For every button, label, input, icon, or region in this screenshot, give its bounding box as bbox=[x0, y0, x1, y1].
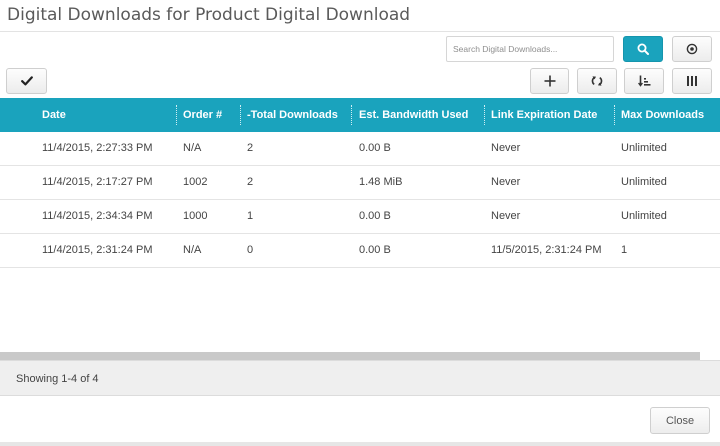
column-divider[interactable] bbox=[351, 105, 352, 125]
column-header-expiration[interactable]: Link Expiration Date bbox=[491, 98, 597, 132]
column-divider[interactable] bbox=[484, 105, 485, 125]
cell-bandwidth: 1.48 MiB bbox=[359, 176, 403, 188]
settings-button[interactable] bbox=[672, 36, 712, 62]
search-icon bbox=[637, 43, 649, 55]
column-header-bandwidth[interactable]: Est. Bandwidth Used bbox=[359, 98, 468, 132]
cell-date: 11/4/2015, 2:34:34 PM bbox=[42, 210, 153, 222]
cell-date: 11/4/2015, 2:17:27 PM bbox=[42, 176, 153, 188]
column-divider[interactable] bbox=[176, 105, 177, 125]
cell-expiration: Never bbox=[491, 176, 521, 188]
close-button[interactable]: Close bbox=[650, 407, 710, 434]
cell-expiration: Never bbox=[491, 142, 521, 154]
cell-total-downloads: 2 bbox=[247, 176, 254, 188]
refresh-button[interactable] bbox=[577, 68, 617, 94]
cell-order: N/A bbox=[183, 142, 202, 154]
search-input[interactable] bbox=[446, 36, 614, 62]
cell-bandwidth: 0.00 B bbox=[359, 244, 391, 256]
horizontal-scrollbar[interactable] bbox=[0, 352, 700, 360]
dialog-title: Digital Downloads for Product Digital Do… bbox=[7, 5, 411, 25]
table-row[interactable]: 11/4/2015, 2:34:34 PM 1000 1 0.00 B Neve… bbox=[0, 200, 720, 234]
column-header-date[interactable]: Date bbox=[42, 98, 66, 132]
cell-total-downloads: 1 bbox=[247, 210, 254, 222]
column-divider[interactable] bbox=[240, 105, 241, 125]
search-button[interactable] bbox=[623, 36, 663, 62]
cell-expiration: Never bbox=[491, 210, 521, 222]
cell-expiration: 11/5/2015, 2:31:24 PM bbox=[491, 244, 602, 256]
title-divider bbox=[0, 31, 720, 32]
column-divider[interactable] bbox=[614, 105, 615, 125]
grid-header: Date Order # -Total Downloads Est. Bandw… bbox=[0, 98, 720, 132]
columns-button[interactable] bbox=[672, 68, 712, 94]
cell-max-downloads: Unlimited bbox=[621, 176, 667, 188]
cell-bandwidth: 0.00 B bbox=[359, 142, 391, 154]
cell-max-downloads: Unlimited bbox=[621, 142, 667, 154]
grid-footer: Showing 1-4 of 4 bbox=[0, 360, 720, 396]
downloads-grid: Date Order # -Total Downloads Est. Bandw… bbox=[0, 98, 720, 268]
select-all-button[interactable] bbox=[6, 68, 47, 94]
checkmark-icon bbox=[20, 76, 33, 86]
cell-date: 11/4/2015, 2:27:33 PM bbox=[42, 142, 153, 154]
sort-button[interactable] bbox=[624, 68, 664, 94]
dialog-bottom-edge bbox=[0, 442, 720, 446]
table-row[interactable]: 11/4/2015, 2:31:24 PM N/A 0 0.00 B 11/5/… bbox=[0, 234, 720, 268]
column-header-max-downloads[interactable]: Max Downloads bbox=[621, 98, 704, 132]
columns-icon bbox=[686, 75, 698, 87]
cell-bandwidth: 0.00 B bbox=[359, 210, 391, 222]
cell-total-downloads: 0 bbox=[247, 244, 254, 256]
cell-order: 1000 bbox=[183, 210, 208, 222]
paging-status: Showing 1-4 of 4 bbox=[16, 373, 99, 385]
add-button[interactable] bbox=[530, 68, 569, 94]
target-icon bbox=[686, 43, 698, 55]
column-header-total-downloads[interactable]: -Total Downloads bbox=[247, 98, 338, 132]
sort-icon bbox=[637, 75, 651, 87]
cell-order: N/A bbox=[183, 244, 202, 256]
cell-date: 11/4/2015, 2:31:24 PM bbox=[42, 244, 153, 256]
refresh-icon bbox=[591, 75, 603, 87]
column-header-order[interactable]: Order # bbox=[183, 98, 222, 132]
cell-max-downloads: 1 bbox=[621, 244, 628, 256]
cell-total-downloads: 2 bbox=[247, 142, 254, 154]
table-row[interactable]: 11/4/2015, 2:17:27 PM 1002 2 1.48 MiB Ne… bbox=[0, 166, 720, 200]
cell-max-downloads: Unlimited bbox=[621, 210, 667, 222]
table-row[interactable]: 11/4/2015, 2:27:33 PM N/A 2 0.00 B Never… bbox=[0, 132, 720, 166]
plus-icon bbox=[544, 75, 556, 87]
cell-order: 1002 bbox=[183, 176, 208, 188]
